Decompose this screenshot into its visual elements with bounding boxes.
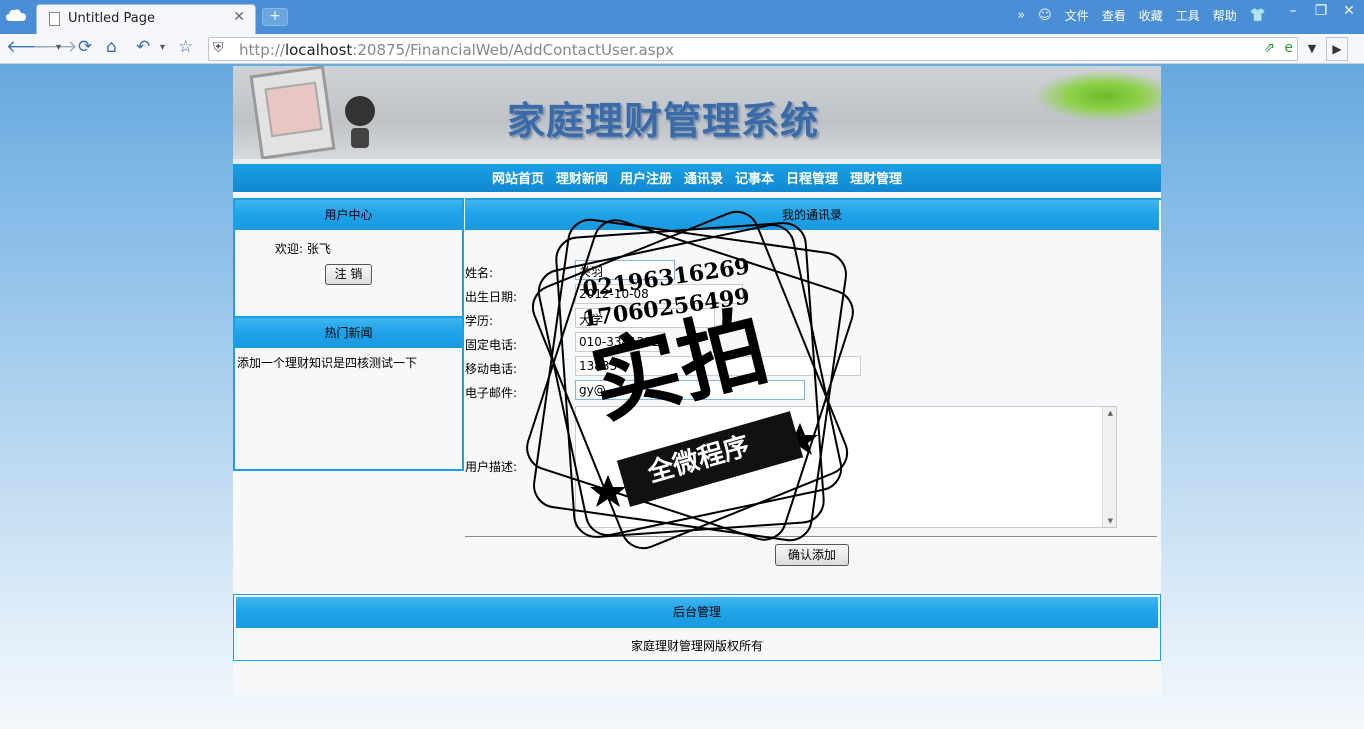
nav-register[interactable]: 用户注册 (620, 168, 672, 187)
minimize-icon[interactable]: – (1286, 3, 1300, 19)
url-text[interactable]: http://localhost:20875/FinancialWeb/AddC… (239, 41, 674, 59)
undo-icon[interactable]: ↶ (136, 37, 150, 57)
window-controls: – ❐ ✕ (1286, 3, 1356, 19)
menu-view[interactable]: 查看 (1102, 7, 1126, 24)
phone-label: 固定电话: (465, 338, 518, 352)
menu-favorites[interactable]: 收藏 (1139, 7, 1163, 24)
email-label: 电子邮件: (465, 386, 518, 400)
nav-finance[interactable]: 理财管理 (850, 168, 902, 187)
cloud-icon (6, 9, 26, 21)
address-dropdown-icon[interactable]: ▼ (1301, 37, 1323, 61)
mascot-illustration (345, 96, 375, 148)
tab-title: Untitled Page (68, 11, 156, 26)
user-center-panel: 用户中心 欢迎: 张飞 注 销 (233, 198, 464, 318)
hot-news-heading: 热门新闻 (235, 318, 462, 348)
textarea-scrollbar[interactable]: ▲ ▼ (1102, 407, 1116, 527)
nav-notes[interactable]: 记事本 (735, 168, 774, 187)
shirt-icon[interactable]: 👕 (1250, 8, 1266, 23)
web-page: 家庭理财管理系统 网站首页 理财新闻 用户注册 通讯录 记事本 日程管理 理财管… (233, 66, 1161, 695)
browser-titlebar: Untitled Page ✕ + » ☺ 文件 查看 收藏 工具 帮助 👕 –… (0, 0, 1364, 34)
chevron-down-icon[interactable]: ▾ (56, 42, 61, 53)
window-close-icon[interactable]: ✕ (1342, 3, 1356, 19)
menu-file[interactable]: 文件 (1065, 7, 1089, 24)
mobile-label: 移动电话: (465, 362, 518, 376)
contact-form-panel: 我的通讯录 姓名: 关羽 出生日期: 2012-10-08 学历: 大学 固定电… (465, 198, 1161, 598)
forward-icon[interactable]: 🡒 (32, 37, 78, 57)
refresh-icon[interactable]: ⟳ (78, 37, 92, 57)
description-label: 用户描述: (465, 460, 518, 474)
hot-news-panel: 热门新闻 添加一个理财知识是四核测试一下 (233, 316, 464, 471)
birthdate-label: 出生日期: (465, 290, 518, 304)
browser-tab[interactable]: Untitled Page ✕ (36, 4, 256, 34)
computer-illustration (249, 66, 336, 159)
education-label: 学历: (465, 314, 494, 328)
mobile-field[interactable]: 13833 (575, 356, 861, 376)
site-banner: 家庭理财管理系统 (233, 66, 1161, 159)
share-icon[interactable]: ⇗ (1263, 40, 1275, 56)
shield-icon: ⛨ (213, 40, 224, 56)
admin-heading[interactable]: 后台管理 (236, 597, 1158, 628)
copyright-text: 家庭理财管理网版权所有 (630, 639, 763, 653)
footer-panel: 后台管理 家庭理财管理网版权所有 (233, 594, 1161, 661)
close-icon[interactable]: ✕ (233, 9, 245, 25)
contact-form-heading: 我的通讯录 (465, 200, 1159, 230)
main-nav: 网站首页 理财新闻 用户注册 通讯录 记事本 日程管理 理财管理 (233, 164, 1161, 192)
nav-contacts[interactable]: 通讯录 (684, 168, 723, 187)
page-icon (49, 12, 60, 26)
name-label: 姓名: (465, 266, 494, 280)
name-field[interactable]: 关羽 (575, 260, 675, 280)
browser-menus: » ☺ 文件 查看 收藏 工具 帮助 👕 (1017, 7, 1266, 24)
welcome-text: 欢迎: 张飞 (275, 242, 331, 256)
nav-news[interactable]: 理财新闻 (556, 168, 608, 187)
user-center-heading: 用户中心 (235, 200, 462, 230)
user-icon[interactable]: ☺ (1038, 8, 1052, 23)
nav-home[interactable]: 网站首页 (492, 168, 544, 187)
education-field[interactable]: 大学 (575, 308, 715, 328)
scroll-down-icon[interactable]: ▼ (1108, 517, 1113, 525)
description-textarea[interactable]: ▲ ▼ (575, 406, 1117, 528)
email-field[interactable]: gy@ (575, 380, 805, 400)
new-tab-button[interactable]: + (262, 8, 288, 26)
ie-icon[interactable]: e (1284, 40, 1293, 56)
site-title: 家庭理财管理系统 (507, 98, 820, 143)
menu-tools[interactable]: 工具 (1176, 7, 1200, 24)
confirm-add-button[interactable]: 确认添加 (775, 544, 849, 566)
star-icon[interactable]: ☆ (178, 37, 193, 57)
go-icon[interactable]: ▶ (1326, 37, 1348, 61)
nav-schedule[interactable]: 日程管理 (786, 168, 838, 187)
restore-icon[interactable]: ❐ (1314, 3, 1328, 19)
scroll-up-icon[interactable]: ▲ (1108, 409, 1113, 417)
form-divider (465, 536, 1157, 538)
home-icon[interactable]: ⌂ (106, 37, 117, 57)
undo-dropdown-icon[interactable]: ▾ (160, 42, 165, 53)
news-item[interactable]: 添加一个理财知识是四核测试一下 (237, 354, 417, 371)
address-bar[interactable]: ⛨ http://localhost:20875/FinancialWeb/Ad… (208, 37, 1298, 61)
browser-navbar: 🡐 🡒 ▾ ⟳ ⌂ ↶ ▾ ☆ ⛨ http://localhost:20875… (0, 34, 1364, 64)
leaves-decoration (1021, 66, 1161, 126)
menu-help[interactable]: 帮助 (1213, 7, 1237, 24)
birthdate-field[interactable]: 2012-10-08 (575, 284, 743, 304)
phone-field[interactable]: 010-33412322 (575, 332, 665, 352)
double-chevron-icon[interactable]: » (1017, 8, 1025, 23)
logout-button[interactable]: 注 销 (325, 264, 372, 285)
